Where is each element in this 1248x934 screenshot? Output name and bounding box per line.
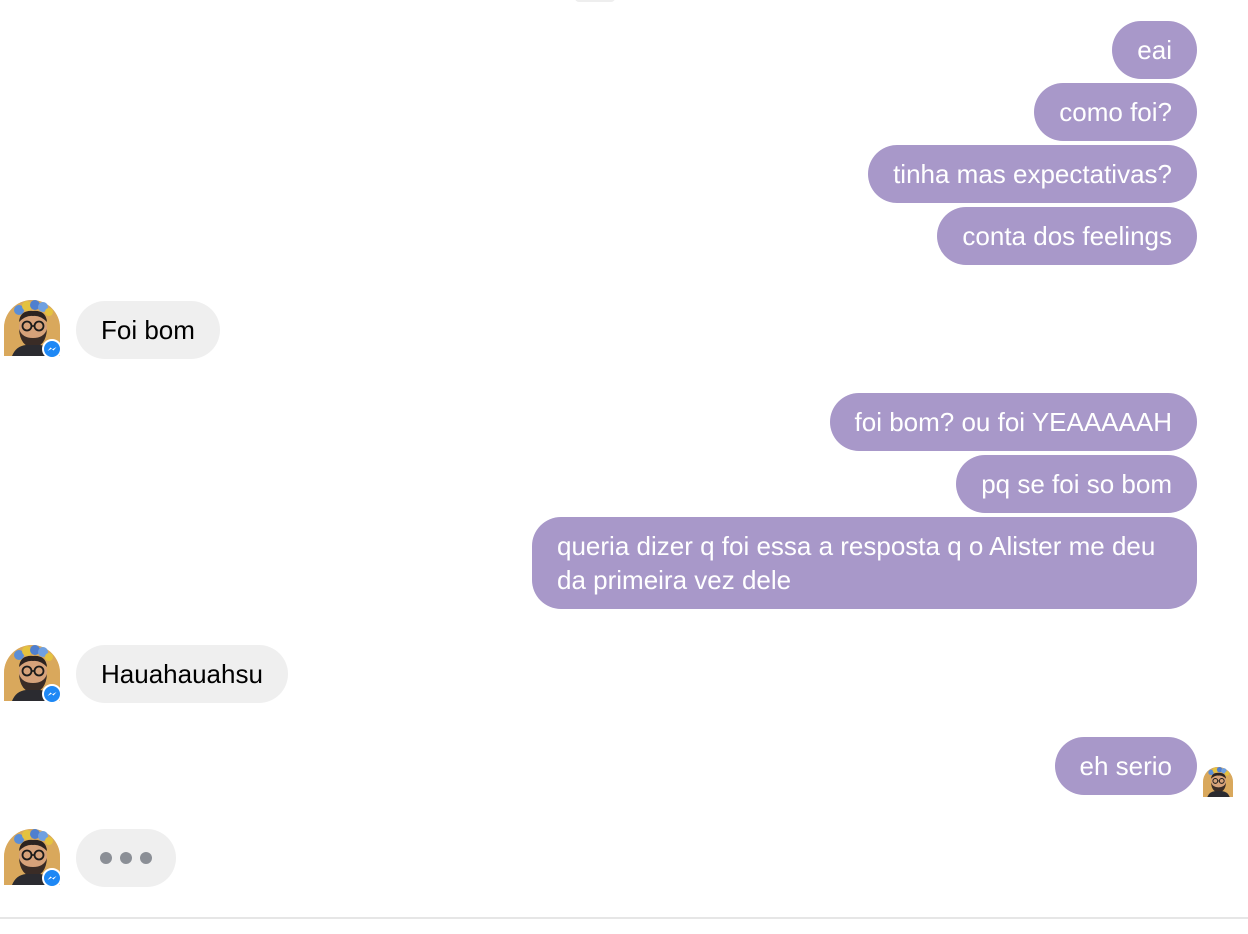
message-thread: eai como foi? tinha mas expectativas? co… xyxy=(0,0,1248,934)
message-text: Hauahauahsu xyxy=(101,659,263,689)
messenger-icon xyxy=(42,684,62,704)
typing-dot-icon xyxy=(140,852,152,864)
message-text: queria dizer q foi essa a resposta q o A… xyxy=(557,531,1156,595)
outgoing-message[interactable]: foi bom? ou foi YEAAAAAH xyxy=(829,393,1197,451)
incoming-message[interactable]: Foi bom xyxy=(76,301,220,359)
contact-avatar[interactable] xyxy=(4,645,62,704)
message-text: conta dos feelings xyxy=(962,221,1172,251)
scroll-edge xyxy=(575,0,615,2)
messenger-icon xyxy=(42,339,62,359)
typing-dot-icon xyxy=(100,852,112,864)
message-text: eai xyxy=(1137,35,1172,65)
incoming-message[interactable]: Hauahauahsu xyxy=(76,645,288,703)
message-text: foi bom? ou foi YEAAAAAH xyxy=(854,407,1172,437)
outgoing-message[interactable]: tinha mas expectativas? xyxy=(868,145,1197,203)
message-text: tinha mas expectativas? xyxy=(893,159,1172,189)
message-text: pq se foi so bom xyxy=(981,469,1172,499)
outgoing-message[interactable]: conta dos feelings xyxy=(937,207,1197,265)
typing-indicator xyxy=(76,829,176,887)
outgoing-message[interactable]: pq se foi so bom xyxy=(956,455,1197,513)
message-text: eh serio xyxy=(1079,751,1173,781)
outgoing-message[interactable]: como foi? xyxy=(1034,83,1197,141)
outgoing-message[interactable]: eai xyxy=(1112,21,1197,79)
contact-avatar[interactable] xyxy=(4,829,62,888)
message-text: Foi bom xyxy=(101,315,195,345)
message-text: como foi? xyxy=(1059,97,1172,127)
outgoing-message[interactable]: queria dizer q foi essa a resposta q o A… xyxy=(532,517,1197,609)
typing-dot-icon xyxy=(120,852,132,864)
outgoing-message[interactable]: eh serio xyxy=(1054,737,1197,795)
contact-avatar[interactable] xyxy=(4,300,62,359)
messenger-icon xyxy=(42,868,62,888)
composer-divider xyxy=(0,917,1248,919)
seen-avatar-icon xyxy=(1203,767,1233,797)
